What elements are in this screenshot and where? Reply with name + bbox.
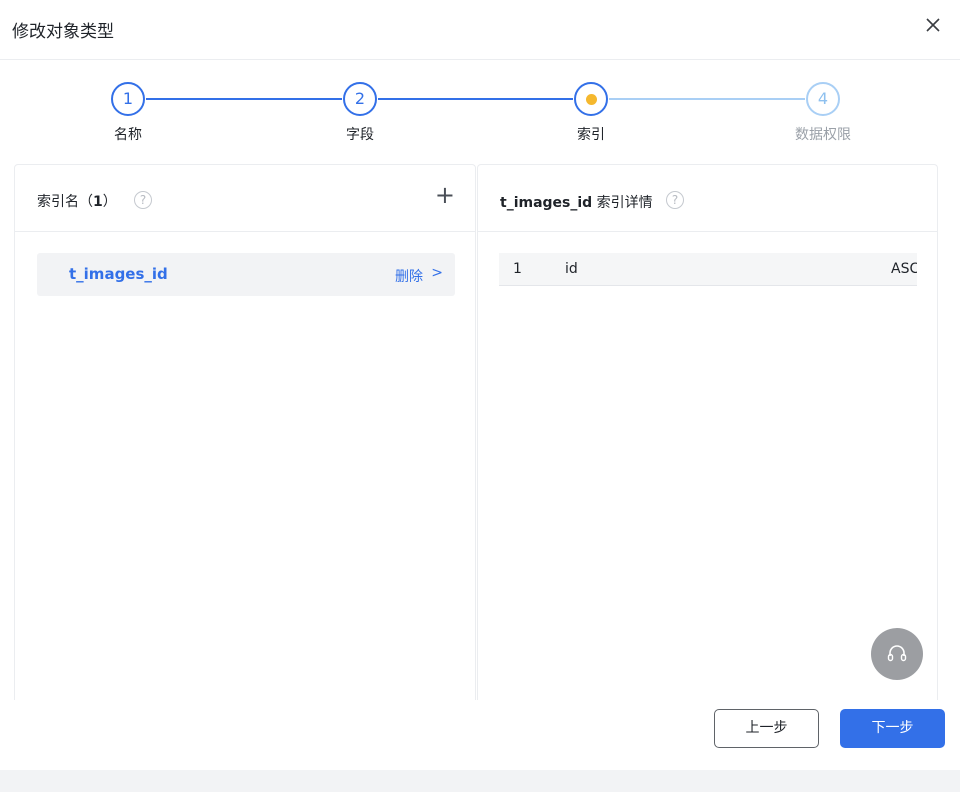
plus-icon[interactable]: + bbox=[435, 183, 455, 207]
row-column: id bbox=[565, 261, 578, 277]
index-item-name: t_images_id bbox=[69, 265, 168, 283]
step-name[interactable]: 1 名称 bbox=[58, 82, 198, 144]
step-label: 数据权限 bbox=[795, 127, 851, 143]
close-icon[interactable] bbox=[922, 14, 944, 36]
help-circle-icon[interactable]: ? bbox=[134, 191, 152, 209]
index-list-item[interactable]: t_images_id 删除 > bbox=[37, 253, 455, 296]
detail-index-name: t_images_id bbox=[500, 195, 593, 211]
index-list-title: 索引名（1） bbox=[37, 191, 117, 211]
table-row: 1 id ASC bbox=[499, 253, 917, 286]
current-step-dot bbox=[586, 94, 597, 105]
row-sort: ASC bbox=[891, 261, 917, 277]
index-count: 1 bbox=[93, 194, 103, 210]
step-indicator: 1 名称 2 字段 索引 4 数据权限 bbox=[0, 60, 960, 160]
row-order: 1 bbox=[513, 261, 522, 277]
dialog-title: 修改对象类型 bbox=[12, 22, 114, 42]
step-label: 索引 bbox=[577, 127, 605, 143]
step-number: 2 bbox=[343, 82, 377, 116]
dialog-header: 修改对象类型 bbox=[0, 0, 960, 60]
step-label: 字段 bbox=[346, 127, 374, 143]
step-label: 名称 bbox=[114, 127, 142, 143]
previous-step-button[interactable]: 上一步 bbox=[714, 709, 819, 748]
step-number: 1 bbox=[111, 82, 145, 116]
index-detail-header: t_images_id 索引详情 ? bbox=[478, 165, 937, 232]
index-list-header: 索引名（1） ? + bbox=[15, 165, 475, 232]
index-list-panel: 索引名（1） ? + t_images_id 删除 > bbox=[14, 164, 476, 700]
delete-index-link[interactable]: 删除 bbox=[395, 266, 423, 286]
step-current-marker bbox=[574, 82, 608, 116]
index-detail-panel: t_images_id 索引详情 ? 1 id ASC bbox=[477, 164, 938, 700]
step-data-permissions[interactable]: 4 数据权限 bbox=[753, 82, 893, 144]
step-number: 4 bbox=[806, 82, 840, 116]
step-fields[interactable]: 2 字段 bbox=[290, 82, 430, 144]
index-detail-title: t_images_id 索引详情 bbox=[500, 192, 653, 212]
chevron-right-icon: > bbox=[431, 265, 443, 281]
index-title-prefix: 索引名（ bbox=[37, 194, 93, 210]
modify-object-type-dialog: 修改对象类型 1 名称 2 字段 索引 4 数据权限 索引名（1） ? + t_… bbox=[0, 0, 960, 770]
help-circle-icon[interactable]: ? bbox=[666, 191, 684, 209]
index-title-suffix: ） bbox=[102, 194, 117, 210]
detail-title-suffix: 索引详情 bbox=[592, 195, 653, 211]
next-step-button[interactable]: 下一步 bbox=[840, 709, 945, 748]
headset-icon[interactable] bbox=[871, 628, 923, 680]
step-index[interactable]: 索引 bbox=[521, 82, 661, 144]
